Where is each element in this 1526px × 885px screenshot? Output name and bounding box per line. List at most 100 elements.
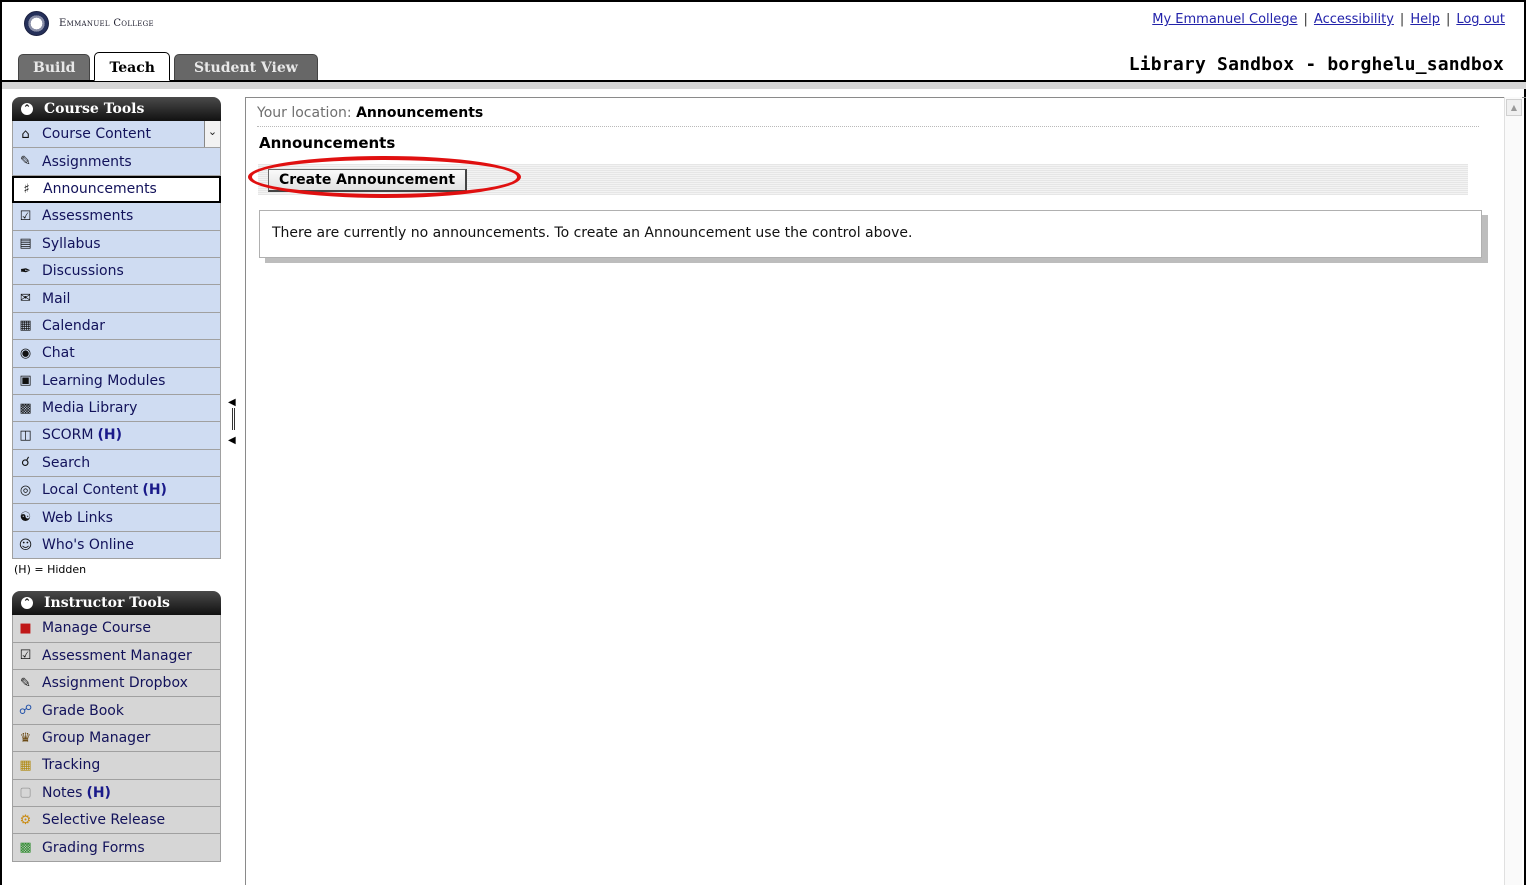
link-separator: | (1399, 12, 1405, 27)
course-tools-title: Course Tools (44, 101, 145, 117)
action-bar: Create Announcement (248, 156, 1468, 198)
seal-icon (24, 11, 49, 36)
my-emmanuel-link[interactable]: My Emmanuel College (1152, 12, 1297, 27)
sidebar-item-calendar[interactable]: ▦ Calendar (12, 312, 221, 341)
globe-icon: ☯ (19, 510, 32, 526)
sidebar-item-label: Web Links (42, 509, 113, 526)
sidebar-item-label: Assignment Dropbox (42, 675, 188, 692)
search-icon: ☌ (21, 455, 30, 471)
sidebar-item-notes[interactable]: ▢ Notes (H) (12, 779, 221, 807)
instructor-tools-list: ■ Manage Course ☑ Assessment Manager ✎ A… (12, 615, 221, 862)
sidebar-item-grading-forms[interactable]: ▩ Grading Forms (12, 834, 221, 862)
collapse-icon[interactable]: ⌃ (21, 103, 33, 115)
sidebar-item-label: SCORM (42, 427, 94, 444)
gradebook-icon: ☍ (18, 703, 33, 719)
location-label: Your location: (257, 105, 352, 121)
instructor-tools-title: Instructor Tools (44, 595, 170, 612)
sidebar-item-grade-book[interactable]: ☍ Grade Book (12, 697, 221, 725)
college-logo[interactable]: Emmanuel College (24, 11, 154, 36)
page-title: Announcements (259, 134, 396, 152)
scorm-icon: ◫ (19, 427, 32, 443)
sidebar-item-assignments[interactable]: ✎ Assignments (12, 148, 221, 176)
sidebar-item-group-manager[interactable]: ♛ Group Manager (12, 724, 221, 753)
sidebar-item-selective-release[interactable]: ⚙ Selective Release (12, 806, 221, 835)
sidebar-item-discussions[interactable]: ✒ Discussions (12, 257, 221, 286)
modules-icon: ▣ (19, 373, 32, 389)
media-icon: ▩ (19, 400, 32, 416)
sidebar-item-label: Course Content (42, 126, 152, 143)
header-band (2, 82, 1526, 89)
megaphone-icon: ♯ (23, 181, 30, 197)
breadcrumb: Your location: Announcements (257, 105, 1479, 127)
sidebar-item-mail[interactable]: ✉ Mail (12, 285, 221, 313)
sidebar-item-label: Media Library (42, 400, 138, 417)
scrollbar[interactable]: ▲ (1504, 97, 1522, 885)
sidebar-item-scorm[interactable]: ◫ SCORM (H) (12, 422, 221, 450)
sidebar-splitter[interactable]: ◀ ◀ (228, 396, 238, 450)
hidden-badge: (H) (142, 482, 167, 499)
tab-build[interactable]: Build (18, 54, 91, 81)
tab-teach[interactable]: Teach (94, 52, 170, 81)
sidebar-item-assessment-manager[interactable]: ☑ Assessment Manager (12, 642, 221, 671)
cube-icon: ■ (19, 620, 32, 636)
collapse-left-icon[interactable]: ◀ (228, 434, 236, 448)
hidden-legend: (H) = Hidden (14, 563, 87, 577)
accessibility-link[interactable]: Accessibility (1314, 12, 1394, 27)
sidebar-item-label: Local Content (42, 482, 139, 499)
chart-icon: ▦ (19, 757, 32, 773)
group-icon: ♛ (19, 730, 32, 746)
link-separator: | (1303, 12, 1308, 27)
chevron-down-icon[interactable]: ⌄ (204, 121, 220, 147)
sidebar-item-syllabus[interactable]: ▤ Syllabus (12, 230, 221, 258)
pin-icon: ✒ (20, 263, 31, 279)
sidebar-item-label: Chat (42, 345, 75, 362)
logo-text: Emmanuel College (59, 18, 154, 29)
sidebar-item-label: Manage Course (42, 620, 151, 637)
people-icon: ☺ (18, 537, 33, 553)
sidebar-item-label: Group Manager (42, 730, 151, 746)
sidebar-item-announcements[interactable]: ♯ Announcements (12, 175, 221, 204)
course-tools-header[interactable]: ⌃ Course Tools (12, 97, 221, 121)
sidebar-item-chat[interactable]: ◉ Chat (12, 340, 221, 368)
syllabus-icon: ▤ (19, 236, 32, 252)
sidebar-item-assessments[interactable]: ☑ Assessments (12, 203, 221, 231)
chat-icon: ◉ (19, 345, 32, 361)
sidebar-item-label: Tracking (42, 757, 101, 774)
sidebar-item-learning-modules[interactable]: ▣ Learning Modules (12, 367, 221, 395)
dropbox-icon: ✎ (20, 675, 31, 691)
collapse-icon[interactable]: ⌃ (21, 597, 33, 610)
tab-student-view[interactable]: Student View (173, 54, 318, 81)
sidebar-item-label: Learning Modules (42, 372, 166, 389)
course-tools-list: ⌂ Course Content ⌄ ✎ Assignments ♯ Annou… (12, 121, 221, 560)
create-announcement-button[interactable]: Create Announcement (268, 169, 468, 192)
sidebar-item-label: Announcements (43, 181, 157, 198)
scroll-up-icon[interactable]: ▲ (1506, 99, 1522, 116)
sidebar-item-label: Assessment Manager (42, 647, 192, 664)
sidebar-item-course-content[interactable]: ⌂ Course Content ⌄ (12, 121, 221, 149)
course-title: Library Sandbox - borghelu_sandbox (1128, 54, 1504, 75)
sidebar-item-assignment-dropbox[interactable]: ✎ Assignment Dropbox (12, 670, 221, 698)
sidebar: ⌃ Course Tools ⌂ Course Content ⌄ ✎ Assi… (12, 97, 221, 862)
calendar-icon: ▦ (19, 318, 32, 334)
sidebar-item-local-content[interactable]: ◎ Local Content (H) (12, 477, 221, 505)
sidebar-item-media-library[interactable]: ▩ Media Library (12, 394, 221, 423)
mail-icon: ✉ (20, 291, 31, 307)
logout-link[interactable]: Log out (1456, 12, 1505, 27)
sidebar-item-tracking[interactable]: ▦ Tracking (12, 752, 221, 780)
sidebar-item-label: Calendar (42, 317, 105, 334)
sidebar-item-label: Assignments (42, 153, 132, 170)
sidebar-item-label: Grading Forms (42, 839, 145, 856)
sidebar-item-search[interactable]: ☌ Search (12, 449, 221, 478)
sidebar-item-label: Syllabus (42, 235, 101, 252)
sidebar-item-web-links[interactable]: ☯ Web Links (12, 504, 221, 532)
sidebar-item-manage-course[interactable]: ■ Manage Course (12, 615, 221, 643)
notes-icon: ▢ (19, 785, 32, 801)
instructor-tools-header[interactable]: ⌃ Instructor Tools (12, 591, 221, 616)
splitter-grip[interactable] (232, 408, 235, 430)
help-link[interactable]: Help (1410, 12, 1440, 27)
sidebar-item-label: Grade Book (42, 702, 124, 719)
sidebar-item-label: Mail (42, 290, 71, 307)
sidebar-item-whos-online[interactable]: ☺ Who's Online (12, 531, 221, 560)
link-separator: | (1445, 12, 1451, 27)
hidden-badge: (H) (86, 784, 111, 801)
